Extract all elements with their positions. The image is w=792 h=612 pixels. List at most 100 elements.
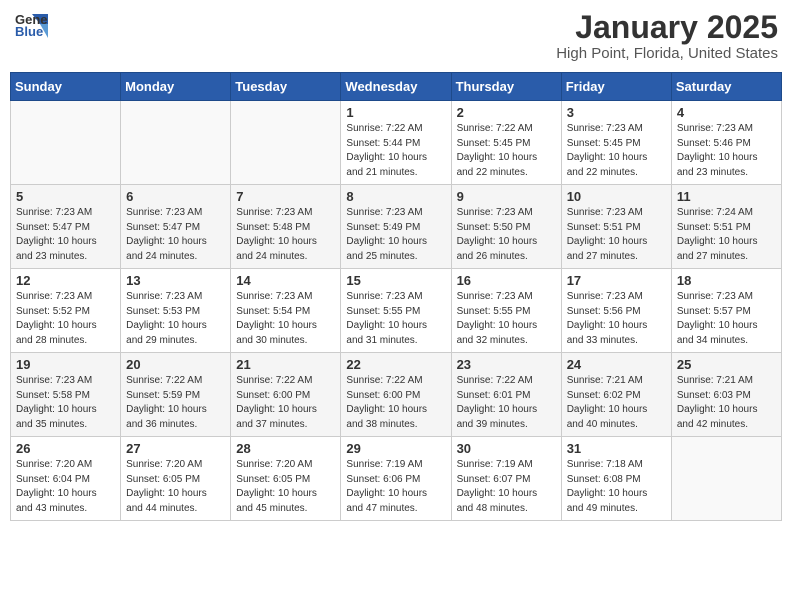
calendar-cell: 3 Sunrise: 7:23 AM Sunset: 5:45 PM Daylig… — [561, 101, 671, 185]
calendar-week-row: 5 Sunrise: 7:23 AM Sunset: 5:47 PM Daylig… — [11, 185, 782, 269]
weekday-header: Wednesday — [341, 73, 451, 101]
day-info: Sunrise: 7:23 AM Sunset: 5:54 PM Dayligh… — [236, 290, 335, 348]
day-info: Sunrise: 7:18 AM Sunset: 6:08 PM Dayligh… — [567, 458, 666, 516]
day-info: Sunrise: 7:23 AM Sunset: 5:46 PM Dayligh… — [677, 122, 776, 180]
day-info: Sunrise: 7:22 AM Sunset: 6:00 PM Dayligh… — [236, 374, 335, 432]
day-info: Sunrise: 7:23 AM Sunset: 5:51 PM Dayligh… — [567, 206, 666, 264]
day-info: Sunrise: 7:20 AM Sunset: 6:04 PM Dayligh… — [16, 458, 115, 516]
day-number: 18 — [677, 273, 776, 288]
logo-icon: General Blue — [14, 10, 48, 38]
day-info: Sunrise: 7:22 AM Sunset: 5:59 PM Dayligh… — [126, 374, 225, 432]
day-number: 24 — [567, 357, 666, 372]
day-info: Sunrise: 7:19 AM Sunset: 6:07 PM Dayligh… — [457, 458, 556, 516]
weekday-header: Saturday — [671, 73, 781, 101]
day-info: Sunrise: 7:22 AM Sunset: 5:44 PM Dayligh… — [346, 122, 445, 180]
day-info: Sunrise: 7:22 AM Sunset: 6:01 PM Dayligh… — [457, 374, 556, 432]
calendar-cell: 7 Sunrise: 7:23 AM Sunset: 5:48 PM Daylig… — [231, 185, 341, 269]
day-number: 2 — [457, 105, 556, 120]
day-number: 1 — [346, 105, 445, 120]
calendar-cell: 14Sunrise: 7:23 AM Sunset: 5:54 PM Dayli… — [231, 269, 341, 353]
day-number: 31 — [567, 441, 666, 456]
weekday-header: Monday — [121, 73, 231, 101]
day-number: 27 — [126, 441, 225, 456]
calendar-cell: 19 Sunrise: 7:23 AM Sunset: 5:58 PM Dayli… — [11, 353, 121, 437]
day-number: 15 — [346, 273, 445, 288]
day-number: 11 — [677, 189, 776, 204]
day-number: 26 — [16, 441, 115, 456]
day-info: Sunrise: 7:23 AM Sunset: 5:57 PM Dayligh… — [677, 290, 776, 348]
day-number: 17 — [567, 273, 666, 288]
calendar-cell: 11 Sunrise: 7:24 AM Sunset: 5:51 PM Dayli… — [671, 185, 781, 269]
day-number: 4 — [677, 105, 776, 120]
day-info: Sunrise: 7:19 AM Sunset: 6:06 PM Dayligh… — [346, 458, 445, 516]
weekday-header: Tuesday — [231, 73, 341, 101]
calendar-cell: 2 Sunrise: 7:22 AM Sunset: 5:45 PM Daylig… — [451, 101, 561, 185]
day-number: 25 — [677, 357, 776, 372]
calendar-cell: 10Sunrise: 7:23 AM Sunset: 5:51 PM Dayli… — [561, 185, 671, 269]
day-info: Sunrise: 7:23 AM Sunset: 5:47 PM Dayligh… — [126, 206, 225, 264]
calendar-cell: 12 Sunrise: 7:23 AM Sunset: 5:52 PM Dayli… — [11, 269, 121, 353]
day-number: 19 — [16, 357, 115, 372]
calendar-week-row: 26 Sunrise: 7:20 AM Sunset: 6:04 PM Dayli… — [11, 437, 782, 521]
location: High Point, Florida, United States — [556, 45, 778, 62]
calendar-cell: 13Sunrise: 7:23 AM Sunset: 5:53 PM Dayli… — [121, 269, 231, 353]
calendar-week-row: 1 Sunrise: 7:22 AM Sunset: 5:44 PM Daylig… — [11, 101, 782, 185]
calendar-cell: 4 Sunrise: 7:23 AM Sunset: 5:46 PM Daylig… — [671, 101, 781, 185]
day-info: Sunrise: 7:23 AM Sunset: 5:49 PM Dayligh… — [346, 206, 445, 264]
day-number: 3 — [567, 105, 666, 120]
calendar-cell: 9 Sunrise: 7:23 AM Sunset: 5:50 PM Daylig… — [451, 185, 561, 269]
title-block: January 2025 High Point, Florida, United… — [556, 10, 778, 62]
day-number: 6 — [126, 189, 225, 204]
calendar-cell — [121, 101, 231, 185]
day-info: Sunrise: 7:22 AM Sunset: 5:45 PM Dayligh… — [457, 122, 556, 180]
calendar-cell: 8 Sunrise: 7:23 AM Sunset: 5:49 PM Daylig… — [341, 185, 451, 269]
calendar-cell: 24 Sunrise: 7:21 AM Sunset: 6:02 PM Dayli… — [561, 353, 671, 437]
weekday-header: Friday — [561, 73, 671, 101]
day-info: Sunrise: 7:23 AM Sunset: 5:55 PM Dayligh… — [346, 290, 445, 348]
calendar-cell — [11, 101, 121, 185]
weekday-header: Sunday — [11, 73, 121, 101]
weekday-header-row: SundayMondayTuesdayWednesdayThursdayFrid… — [11, 73, 782, 101]
day-number: 22 — [346, 357, 445, 372]
calendar-cell: 16 Sunrise: 7:23 AM Sunset: 5:55 PM Dayli… — [451, 269, 561, 353]
day-number: 29 — [346, 441, 445, 456]
day-info: Sunrise: 7:23 AM Sunset: 5:48 PM Dayligh… — [236, 206, 335, 264]
day-info: Sunrise: 7:23 AM Sunset: 5:58 PM Dayligh… — [16, 374, 115, 432]
day-number: 12 — [16, 273, 115, 288]
day-number: 16 — [457, 273, 556, 288]
calendar-cell: 1 Sunrise: 7:22 AM Sunset: 5:44 PM Daylig… — [341, 101, 451, 185]
day-info: Sunrise: 7:23 AM Sunset: 5:55 PM Dayligh… — [457, 290, 556, 348]
calendar-cell: 26 Sunrise: 7:20 AM Sunset: 6:04 PM Dayli… — [11, 437, 121, 521]
day-number: 20 — [126, 357, 225, 372]
month-title: January 2025 — [556, 10, 778, 45]
day-info: Sunrise: 7:23 AM Sunset: 5:52 PM Dayligh… — [16, 290, 115, 348]
calendar-table: SundayMondayTuesdayWednesdayThursdayFrid… — [10, 72, 782, 521]
day-info: Sunrise: 7:21 AM Sunset: 6:02 PM Dayligh… — [567, 374, 666, 432]
svg-text:Blue: Blue — [15, 24, 43, 38]
calendar-cell: 31 Sunrise: 7:18 AM Sunset: 6:08 PM Dayli… — [561, 437, 671, 521]
day-number: 23 — [457, 357, 556, 372]
day-info: Sunrise: 7:24 AM Sunset: 5:51 PM Dayligh… — [677, 206, 776, 264]
day-number: 5 — [16, 189, 115, 204]
day-number: 30 — [457, 441, 556, 456]
calendar-cell: 29 Sunrise: 7:19 AM Sunset: 6:06 PM Dayli… — [341, 437, 451, 521]
logo: General Blue — [14, 10, 48, 38]
calendar-cell: 5Sunrise: 7:23 AM Sunset: 5:47 PM Daylig… — [11, 185, 121, 269]
calendar-cell: 15 Sunrise: 7:23 AM Sunset: 5:55 PM Dayli… — [341, 269, 451, 353]
calendar-cell: 21 Sunrise: 7:22 AM Sunset: 6:00 PM Dayli… — [231, 353, 341, 437]
calendar-cell — [231, 101, 341, 185]
day-number: 21 — [236, 357, 335, 372]
day-info: Sunrise: 7:23 AM Sunset: 5:56 PM Dayligh… — [567, 290, 666, 348]
calendar-cell: 17 Sunrise: 7:23 AM Sunset: 5:56 PM Dayli… — [561, 269, 671, 353]
calendar-cell: 22Sunrise: 7:22 AM Sunset: 6:00 PM Dayli… — [341, 353, 451, 437]
day-info: Sunrise: 7:23 AM Sunset: 5:45 PM Dayligh… — [567, 122, 666, 180]
day-number: 9 — [457, 189, 556, 204]
calendar-cell: 23 Sunrise: 7:22 AM Sunset: 6:01 PM Dayli… — [451, 353, 561, 437]
day-number: 8 — [346, 189, 445, 204]
weekday-header: Thursday — [451, 73, 561, 101]
calendar-cell — [671, 437, 781, 521]
day-info: Sunrise: 7:20 AM Sunset: 6:05 PM Dayligh… — [126, 458, 225, 516]
day-info: Sunrise: 7:23 AM Sunset: 5:50 PM Dayligh… — [457, 206, 556, 264]
day-number: 7 — [236, 189, 335, 204]
page-header: General Blue January 2025 High Point, Fl… — [10, 10, 782, 62]
